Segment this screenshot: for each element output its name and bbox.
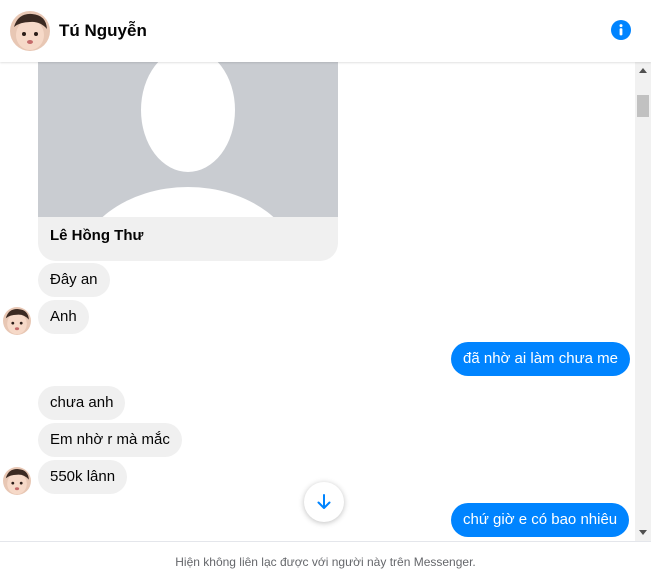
message-bubble-incoming[interactable]: Em nhờ r mà mắc [38, 423, 182, 457]
shared-contact-card[interactable]: Lê Hồng Thư [38, 62, 338, 261]
contact-avatar[interactable] [10, 11, 50, 51]
message-bubble-outgoing[interactable]: đã nhờ ai làm chưa me [451, 342, 630, 376]
message-list[interactable]: Lê Hồng Thư Đây an Anh đã nhờ ai làm chư… [0, 62, 635, 541]
message-bubble-incoming[interactable]: 550k lânn [38, 460, 128, 494]
unavailable-notice: Hiện không liên lạc được với người này t… [0, 541, 651, 582]
shared-contact-name: Lê Hồng Thư [50, 227, 144, 244]
profile-placeholder-image [38, 62, 338, 217]
chat-header: Tú Nguyễn [0, 0, 651, 62]
message-bubble-incoming[interactable]: Anh [38, 300, 89, 334]
message-bubble-incoming[interactable]: Đây an [38, 263, 110, 297]
scroll-to-bottom-button[interactable] [304, 482, 344, 522]
arrow-down-icon [317, 494, 331, 509]
sender-avatar [3, 467, 31, 495]
info-icon[interactable] [611, 20, 631, 40]
scroll-up-arrow-icon[interactable] [639, 68, 647, 73]
scrollbar-thumb[interactable] [637, 95, 649, 117]
messenger-chat-window: Tú Nguyễn Lê Hồng Thư Đây an Anh đã nhờ … [0, 0, 651, 582]
vertical-scrollbar[interactable] [635, 62, 651, 541]
contact-name[interactable]: Tú Nguyễn [59, 21, 147, 41]
message-bubble-outgoing[interactable]: chứ giờ e có bao nhiêu [451, 503, 630, 537]
scroll-down-arrow-icon[interactable] [639, 530, 647, 535]
message-bubble-incoming[interactable]: chưa anh [38, 386, 126, 420]
sender-avatar [3, 307, 31, 335]
